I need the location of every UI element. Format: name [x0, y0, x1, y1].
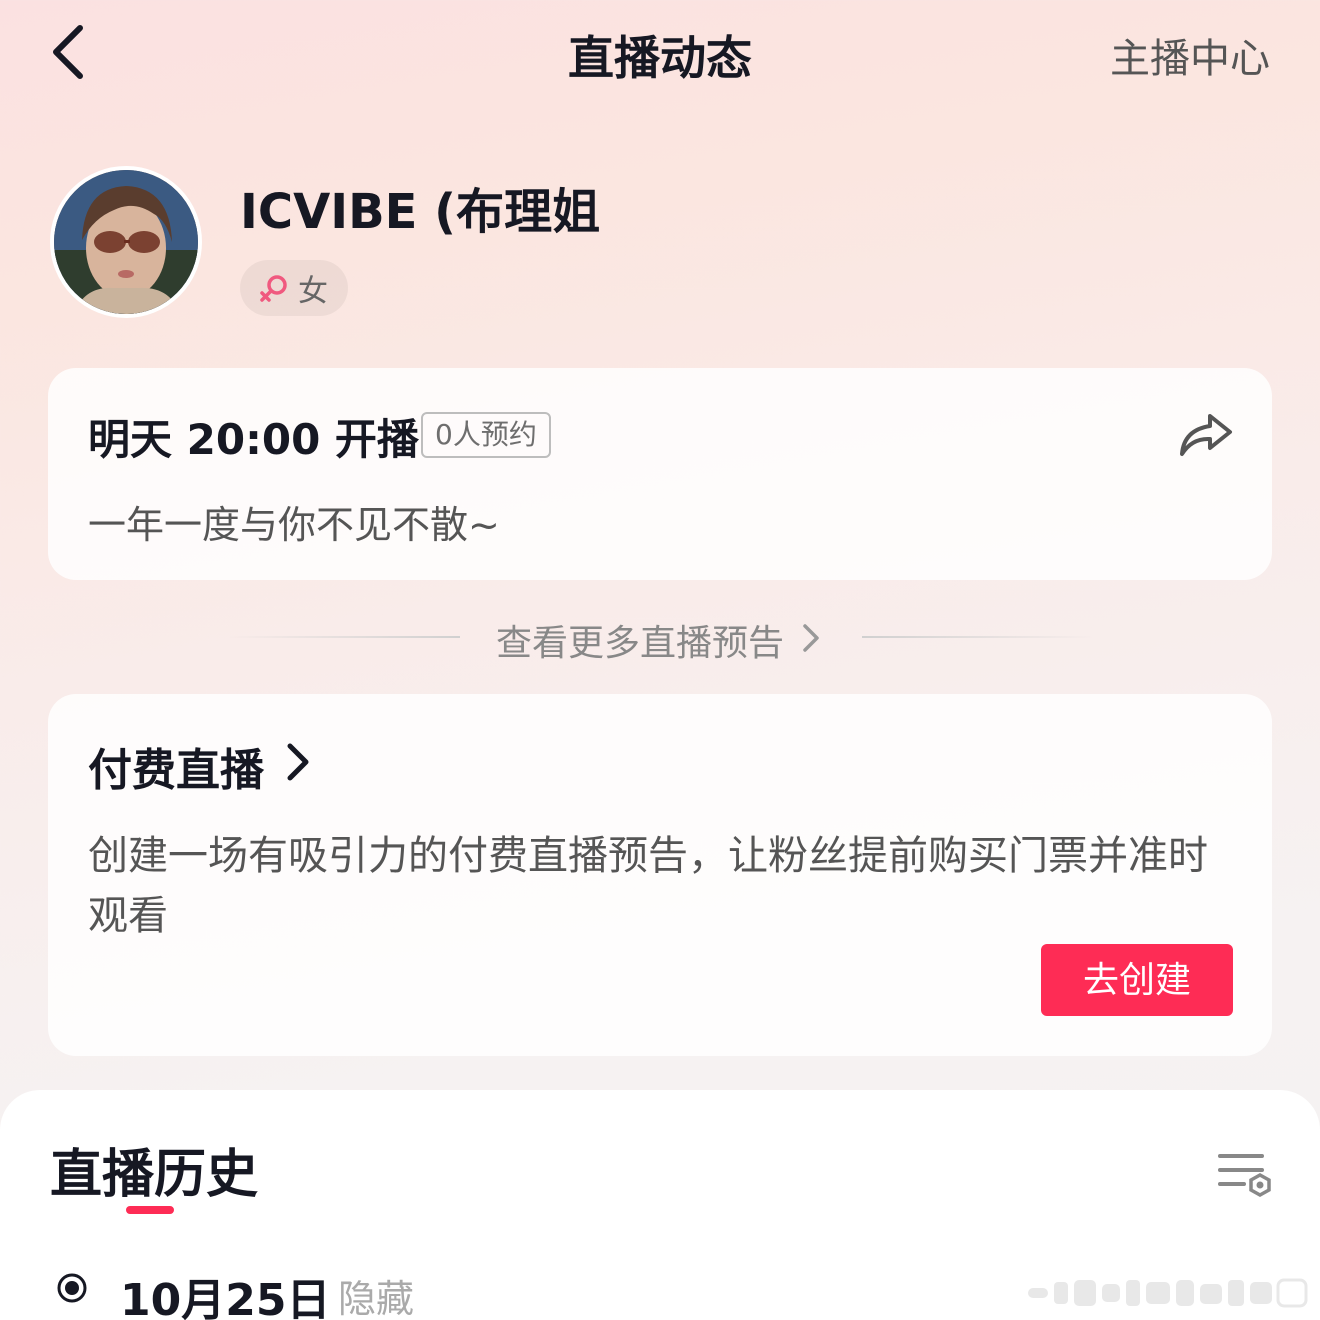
history-tab[interactable]: 直播历史 — [50, 1132, 258, 1207]
create-button[interactable]: 去创建 — [1041, 944, 1233, 1016]
filter-settings-button[interactable] — [1216, 1150, 1274, 1200]
paid-live-description: 创建一场有吸引力的付费直播预告，让粉丝提前购买门票并准时观看 — [88, 833, 1208, 939]
history-status: 隐藏 — [338, 1277, 415, 1320]
paid-live-title[interactable]: 付费直播 — [88, 734, 264, 798]
avatar-image — [54, 170, 198, 314]
anchor-center-link[interactable]: 主播中心 — [1110, 26, 1270, 84]
reserve-count-badge: 0人预约 — [421, 412, 551, 458]
gender-badge: 女 — [240, 260, 348, 316]
female-symbol-icon — [260, 275, 287, 302]
avatar[interactable] — [50, 166, 202, 318]
chevron-right-icon — [798, 620, 824, 656]
schedule-description: 一年一度与你不见不散~ — [88, 503, 500, 547]
schedule-time: 明天 20:00 开播 — [88, 415, 419, 464]
divider-left — [228, 636, 460, 638]
more-previews-link[interactable]: 查看更多直播预告 — [496, 614, 784, 666]
filter-settings-icon — [1218, 1154, 1271, 1198]
gender-label: 女 — [298, 274, 328, 309]
radio-dot-icon — [56, 1272, 88, 1304]
share-button[interactable] — [1176, 410, 1236, 462]
divider-right — [862, 636, 1094, 638]
share-arrow-icon — [1180, 414, 1232, 456]
chevron-right-icon[interactable] — [282, 740, 314, 784]
username: ICVIBE (布理姐 — [240, 184, 601, 240]
history-date: 10月25日 — [120, 1275, 331, 1320]
tab-active-indicator — [126, 1206, 174, 1214]
watermark — [1028, 1276, 1310, 1310]
